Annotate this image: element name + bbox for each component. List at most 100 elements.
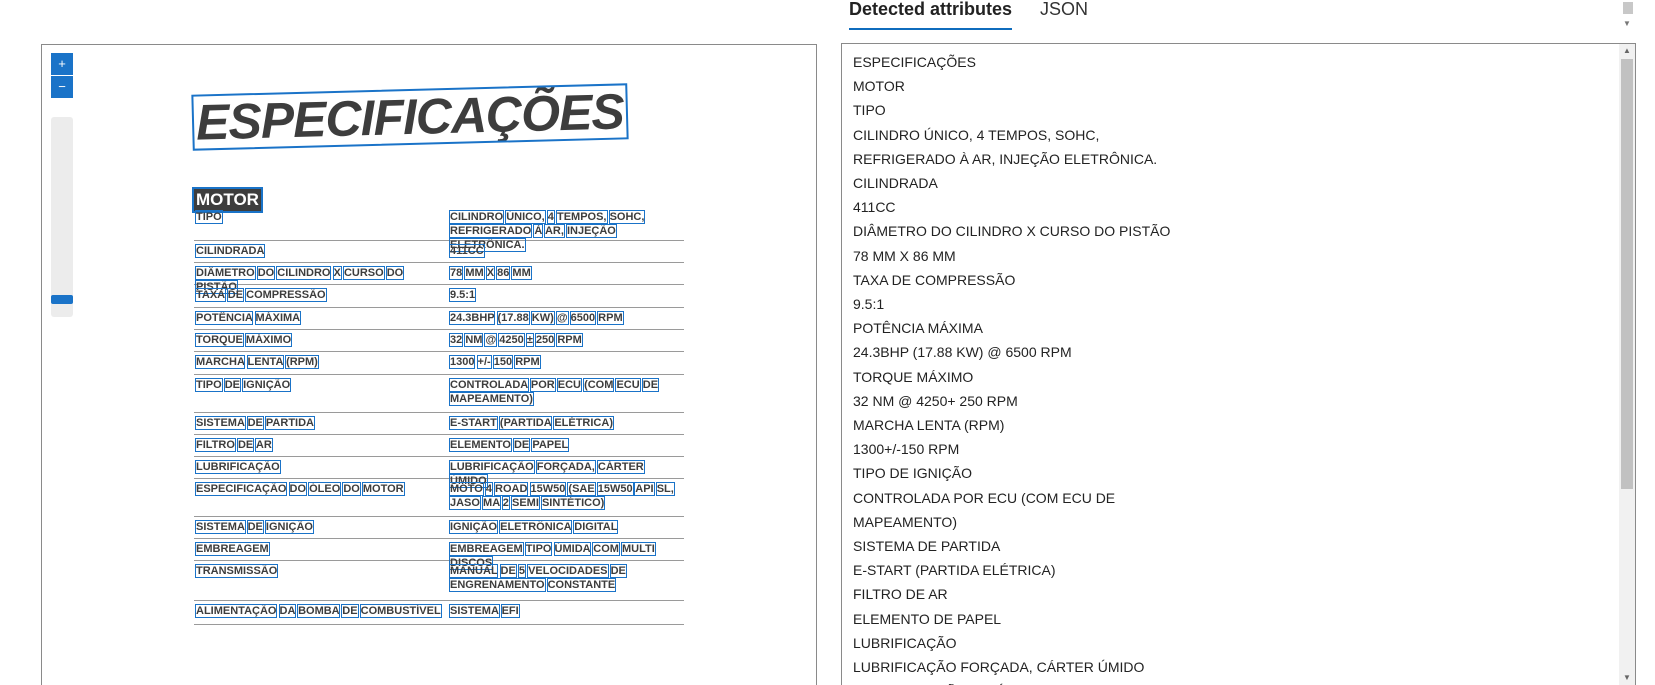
detected-text-line[interactable]: FILTRO DE AR xyxy=(853,582,1617,606)
detection-box: ELETRÔNICA xyxy=(499,520,573,534)
detection-box: TAXA xyxy=(195,288,226,302)
detection-box: ELÉTRICA) xyxy=(553,416,614,430)
scroll-up-icon[interactable]: ▲ xyxy=(1619,44,1635,58)
document-image: ESPECIFICAÇÕES MOTOR TIPO CILINDRO ÚNICO,… xyxy=(42,45,816,685)
detection-box: IGNIÇÃO xyxy=(242,378,292,392)
spec-value: 411CC xyxy=(449,244,682,258)
detection-box: COMPRESSÃO xyxy=(245,288,327,302)
spec-value: E-START (PARTIDA ELÉTRICA) xyxy=(449,416,682,430)
detected-text-line[interactable]: TIPO xyxy=(853,98,1617,122)
detected-text-line[interactable]: SISTEMA DE PARTIDA xyxy=(853,534,1617,558)
detection-box: ÚMIDA xyxy=(553,542,592,556)
spec-label: LUBRIFICAÇÃO xyxy=(195,460,446,474)
spec-value: 9.5:1 xyxy=(448,288,682,302)
detected-text-line[interactable]: TIPO DE IGNIÇÃO xyxy=(853,461,1617,485)
spec-value: 32 NM @ 4250 ± 250 RPM xyxy=(448,333,682,347)
detection-box: DO xyxy=(385,266,405,280)
page-scrollbar[interactable]: ▼ xyxy=(1621,0,1635,28)
detection-box: 4 xyxy=(484,482,494,496)
scroll-down-icon[interactable]: ▼ xyxy=(1623,19,1631,28)
detected-text-line[interactable]: CONTROLADA POR ECU (COM ECU DE xyxy=(853,486,1617,510)
spec-value: 24.3BHP (17.88 KW) @ 6500 RPM xyxy=(448,311,682,325)
detected-text-line[interactable]: TORQUE MÁXIMO xyxy=(853,365,1617,389)
detection-box: (COM xyxy=(583,378,615,392)
spec-label: CILINDRADA xyxy=(194,244,446,258)
spec-row: FILTRO DE AR ELEMENTO DE PAPEL xyxy=(194,435,684,457)
detection-box: ENGRENAMENTO xyxy=(449,578,546,592)
detection-box: PARTIDA xyxy=(264,416,315,430)
detection-box: X xyxy=(332,266,342,280)
detection-box: DIÂMETRO xyxy=(195,266,256,280)
detected-text-line[interactable]: DIÂMETRO DO CILINDRO X CURSO DO PISTÃO xyxy=(853,219,1617,243)
detected-text-line[interactable]: 411CC xyxy=(853,195,1617,219)
scroll-down-icon[interactable]: ▼ xyxy=(1619,671,1635,685)
detected-text-line[interactable]: 1300+/-150 RPM xyxy=(853,437,1617,461)
detection-box: MULTI xyxy=(620,542,656,556)
detection-box: 1300 xyxy=(448,355,476,369)
detection-box: DA xyxy=(278,604,297,618)
detected-text-line[interactable]: LUBRIFICAÇÃO FORÇADA, CÁRTER ÚMIDO xyxy=(853,655,1617,679)
detected-text-line[interactable]: 9.5:1 xyxy=(853,292,1617,316)
detection-box: SL, xyxy=(655,482,675,496)
detection-box: POTÊNCIA xyxy=(194,311,254,325)
zoom-slider-handle[interactable] xyxy=(51,295,73,304)
image-viewer: ESPECIFICAÇÕES MOTOR TIPO CILINDRO ÚNICO,… xyxy=(41,44,817,685)
detection-box: TIPO xyxy=(195,210,223,224)
detection-box: BOMBA xyxy=(297,604,341,618)
detection-box: COMBUSTÍVEL xyxy=(359,604,442,618)
spec-row: MARCHA LENTA (RPM) 1300 +/- 150 RPM xyxy=(194,352,684,375)
spec-row: TIPO CILINDRO ÚNICO, 4 TEMPOS, SOHC, REFR… xyxy=(194,207,684,252)
detected-attributes-panel: ESPECIFICAÇÕES MOTOR TIPO CILINDRO ÚNICO, 4… xyxy=(841,43,1636,685)
detected-text-line[interactable]: 32 NM @ 4250+ 250 RPM xyxy=(853,389,1617,413)
detected-text-line[interactable]: MAPEAMENTO) xyxy=(853,510,1617,534)
detection-box: 150 xyxy=(492,355,514,369)
detection-box: TORQUE xyxy=(195,333,244,347)
detection-box: EMBREAGEM xyxy=(449,542,524,556)
detected-text-line[interactable]: ESPECIFICAÇÕES xyxy=(853,50,1617,74)
detection-box: E-START xyxy=(449,416,498,430)
text-panel-scrollbar-thumb[interactable] xyxy=(1621,59,1633,489)
detection-box: CILINDRADA xyxy=(194,244,266,258)
detection-box: (17.88 xyxy=(496,311,530,325)
zoom-in-button[interactable]: + xyxy=(51,53,73,75)
spec-label: TRANSMISSÃO xyxy=(194,564,446,578)
detection-box: (SAE xyxy=(567,482,596,496)
zoom-out-button[interactable]: − xyxy=(51,76,73,98)
detection-box: VELOCIDADES xyxy=(527,564,609,578)
detected-text-line[interactable]: 24.3BHP (17.88 KW) @ 6500 RPM xyxy=(853,340,1617,364)
detected-text-line[interactable]: CILINDRO ÚNICO, 4 TEMPOS, SOHC, xyxy=(853,123,1617,147)
document-title: ESPECIFICAÇÕES xyxy=(191,82,629,152)
spec-row: DIÂMETRO DO CILINDRO X CURSO DO PISTÃO 78… xyxy=(194,263,684,294)
detected-text-line[interactable]: CILINDRADA xyxy=(853,171,1617,195)
spec-label: SISTEMA DE IGNIÇÃO xyxy=(195,520,446,534)
text-panel-scrollbar[interactable]: ▲ ▼ xyxy=(1619,44,1635,685)
detected-text-line[interactable]: LUBRIFICAÇÃO xyxy=(853,631,1617,655)
detection-box: (PARTIDA xyxy=(498,416,553,430)
detection-box: LUBRIFICAÇÃO xyxy=(449,460,535,474)
detected-text-line[interactable]: MOTOR xyxy=(853,74,1617,98)
detected-text-line[interactable]: TAXA DE COMPRESSÃO xyxy=(853,268,1617,292)
detection-box: PAPEL xyxy=(531,438,570,452)
detection-box: 250 xyxy=(534,333,556,347)
tab-json[interactable]: JSON xyxy=(1040,0,1088,30)
detected-text-line[interactable]: REFRIGERADO À AR, INJEÇÃO ELETRÔNICA. xyxy=(853,147,1617,171)
detection-box: API xyxy=(634,482,655,496)
detection-box: ELEMENTO xyxy=(449,438,512,452)
tab-detected-attributes[interactable]: Detected attributes xyxy=(849,0,1013,30)
detected-text-line[interactable]: POTÊNCIA MÁXIMA xyxy=(853,316,1617,340)
spec-value: ELEMENTO DE PAPEL xyxy=(449,438,682,452)
spec-label: EMBREAGEM xyxy=(195,542,446,556)
detected-text-line[interactable]: ELEMENTO DE PAPEL xyxy=(853,607,1617,631)
detected-text-line[interactable]: 78 MM X 86 MM xyxy=(853,244,1617,268)
spec-label: ESPECIFICAÇÃO DO ÓLEO DO MOTOR xyxy=(194,482,446,496)
zoom-slider[interactable] xyxy=(51,117,73,317)
detected-text-line[interactable]: ESPECIFICAÇÃO DO ÓLEO DO MOTOR xyxy=(853,679,1617,685)
detection-box: JASO xyxy=(449,496,481,510)
spec-label: TIPO DE IGNIÇÃO xyxy=(195,378,446,392)
detection-box: ECU xyxy=(615,378,641,392)
detected-text-line[interactable]: MARCHA LENTA (RPM) xyxy=(853,413,1617,437)
page-scrollbar-thumb[interactable] xyxy=(1623,2,1633,14)
detection-box: IGNIÇÃO xyxy=(264,520,314,534)
detected-text-line[interactable]: E-START (PARTIDA ELÉTRICA) xyxy=(853,558,1617,582)
detection-box: AR, xyxy=(543,224,565,238)
